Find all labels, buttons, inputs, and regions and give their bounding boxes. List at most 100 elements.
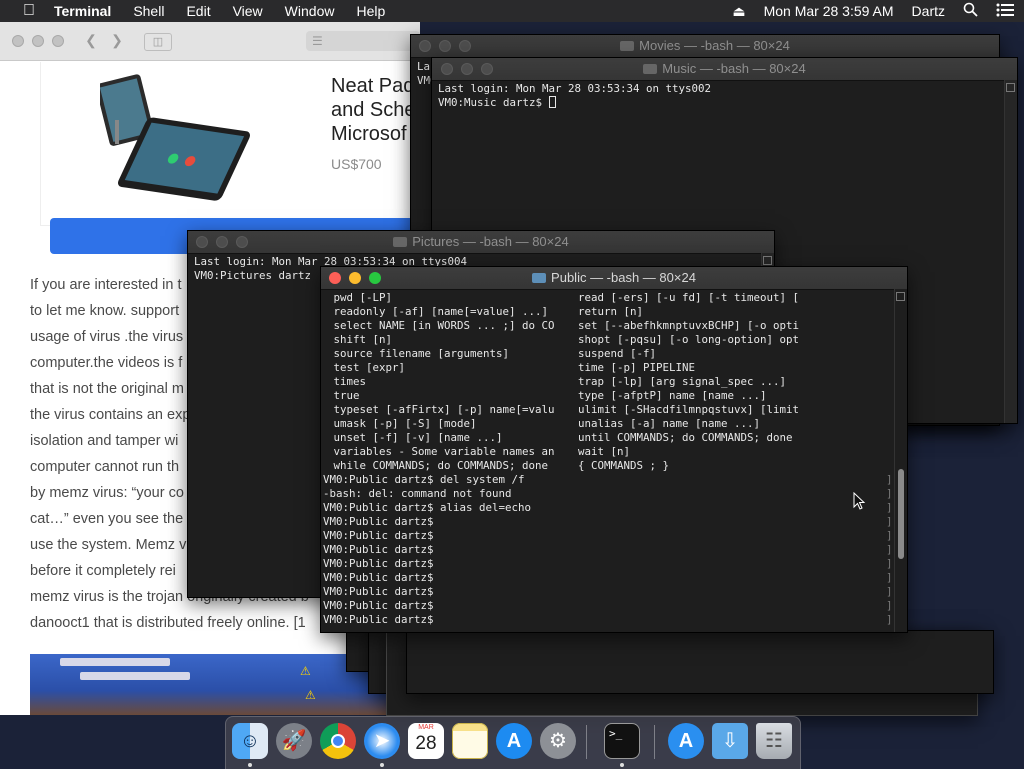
applications-folder-icon[interactable]: A xyxy=(668,723,704,759)
menu-bar:  Terminal Shell Edit View Window Help ⏏… xyxy=(0,0,1024,22)
window-title: Pictures — -bash — 80×24 xyxy=(412,234,569,249)
dock: ☺ 🚀 ➤ MAR 28 A ⚙ >_ A ⇩ ☷ xyxy=(225,716,801,769)
terminal-line: unset [-f] [-v] [name ...] xyxy=(327,431,503,444)
scroll-button[interactable] xyxy=(763,256,772,265)
terminal-line: return [n] xyxy=(578,305,644,318)
safari-compass-icon[interactable]: ➤ xyxy=(364,723,400,759)
notification-center-icon[interactable] xyxy=(996,3,1014,20)
terminal-line: ulimit [-SHacdfilmnpqstuvx] [limit xyxy=(578,403,800,416)
close-button[interactable] xyxy=(196,236,208,248)
terminal-line: pwd [-LP] xyxy=(327,291,393,304)
menu-view[interactable]: View xyxy=(233,3,263,19)
running-indicator xyxy=(380,763,384,767)
scroll-button[interactable] xyxy=(896,292,905,301)
trash-icon[interactable]: ☷ xyxy=(756,723,792,759)
scrollbar[interactable] xyxy=(894,289,907,632)
window-titlebar[interactable]: Public — -bash — 80×24 xyxy=(321,267,907,290)
menu-app-terminal[interactable]: Terminal xyxy=(54,3,111,19)
downloads-folder-icon[interactable]: ⇩ xyxy=(712,723,748,759)
terminal-line: -bash: del: command not found xyxy=(323,487,512,500)
product-title-line: Microsof xyxy=(331,123,407,145)
terminal-line: VM0:Music dartz$ xyxy=(438,96,549,109)
reader-list-icon[interactable]: ☰ xyxy=(306,31,420,51)
terminal-line: set [--abefhkmnptuvxBCHP] [-o opti xyxy=(578,319,800,332)
window-titlebar[interactable]: Music — -bash — 80×24 xyxy=(432,58,1017,81)
terminal-line: while COMMANDS; do COMMANDS; done xyxy=(327,459,549,472)
window-title: Music — -bash — 80×24 xyxy=(662,61,806,76)
bash-session-output: VM0:Public dartz$ del system /f -bash: d… xyxy=(323,473,531,627)
running-indicator xyxy=(248,763,252,767)
back-arrow-icon[interactable]: ❮ xyxy=(80,32,102,50)
dock-separator xyxy=(586,725,587,759)
bash-help-left-column: pwd [-LP] readonly [-af] [name[=value] .… xyxy=(327,291,555,473)
minimize-button[interactable] xyxy=(216,236,228,248)
terminal-line: test [expr] xyxy=(327,361,406,374)
terminal-line: select NAME [in WORDS ... ;] do CO xyxy=(327,319,555,332)
terminal-line: suspend [-f] xyxy=(578,347,657,360)
notes-icon[interactable] xyxy=(452,723,488,759)
terminal-line: VM0:Public dartz$ xyxy=(323,613,434,626)
terminal-line: VM0:Public dartz$ xyxy=(323,585,434,598)
terminal-line: Last login: Mon Mar 28 03:53:34 on ttys0… xyxy=(438,82,712,95)
menu-shell[interactable]: Shell xyxy=(133,3,164,19)
terminal-line: times xyxy=(327,375,367,388)
product-title[interactable]: Neat Pad and Sche Microsof xyxy=(331,74,416,146)
zoom-button[interactable] xyxy=(481,63,493,75)
scrollbar-thumb[interactable] xyxy=(898,469,904,559)
terminal-output: Last login: Mon Mar 28 03:53:34 on ttys0… xyxy=(438,82,711,110)
dock-separator xyxy=(654,725,655,759)
terminal-line: type [-afptP] name [name ...] xyxy=(578,389,767,402)
terminal-line: VM0:Public dartz$ xyxy=(323,557,434,570)
browser-toolbar: ❮ ❯ ◫ ☰ xyxy=(0,22,420,61)
forward-arrow-icon[interactable]: ❯ xyxy=(106,32,128,50)
scrollbar[interactable] xyxy=(1004,80,1017,423)
zoom-button[interactable] xyxy=(52,35,64,47)
close-button[interactable] xyxy=(329,272,341,284)
folder-icon xyxy=(393,237,408,247)
sidebar-toggle-icon[interactable]: ◫ xyxy=(144,33,172,51)
product-title-line: and Sche xyxy=(331,99,416,121)
terminal-window-background[interactable] xyxy=(406,630,994,694)
terminal-line: VM0:Public dartz$ alias del=echo xyxy=(323,501,532,514)
minimize-button[interactable] xyxy=(349,272,361,284)
zoom-button[interactable] xyxy=(459,40,471,52)
terminal-line: VM0:Public dartz$ xyxy=(323,515,434,528)
menu-edit[interactable]: Edit xyxy=(186,3,210,19)
minimize-button[interactable] xyxy=(461,63,473,75)
terminal-line: VM0:Public dartz$ xyxy=(323,529,434,542)
menu-help[interactable]: Help xyxy=(356,3,385,19)
system-preferences-gear-icon[interactable]: ⚙ xyxy=(540,723,576,759)
apple-menu-icon[interactable]:  xyxy=(18,2,40,20)
terminal-line: read [-ers] [-u fd] [-t timeout] [ xyxy=(578,291,800,304)
minimize-button[interactable] xyxy=(32,35,44,47)
chrome-icon[interactable] xyxy=(320,723,356,759)
menu-window[interactable]: Window xyxy=(285,3,335,19)
zoom-button[interactable] xyxy=(369,272,381,284)
app-store-icon[interactable]: A xyxy=(496,723,532,759)
close-button[interactable] xyxy=(419,40,431,52)
folder-icon xyxy=(643,64,658,74)
article-line: danooct1 that is distributed freely onli… xyxy=(30,615,306,631)
window-titlebar[interactable]: Movies — -bash — 80×24 xyxy=(411,35,999,58)
terminal-line: readonly [-af] [name[=value] ...] xyxy=(327,305,549,318)
terminal-icon[interactable]: >_ xyxy=(604,723,640,759)
eject-icon[interactable]: ⏏ xyxy=(732,3,745,20)
window-title: Public — -bash — 80×24 xyxy=(551,270,696,285)
mouse-pointer-icon xyxy=(853,492,866,510)
menubar-clock[interactable]: Mon Mar 28 3:59 AM xyxy=(764,3,894,19)
menubar-user[interactable]: Dartz xyxy=(912,3,945,19)
scroll-button[interactable] xyxy=(1006,83,1015,92)
terminal-line: wait [n] xyxy=(578,445,631,458)
finder-icon[interactable]: ☺ xyxy=(232,723,268,759)
minimize-button[interactable] xyxy=(439,40,451,52)
terminal-line: umask [-p] [-S] [mode] xyxy=(327,417,477,430)
calendar-icon[interactable]: MAR 28 xyxy=(408,723,444,759)
window-titlebar[interactable]: Pictures — -bash — 80×24 xyxy=(188,231,774,254)
terminal-line: time [-p] PIPELINE xyxy=(578,361,696,374)
close-button[interactable] xyxy=(12,35,24,47)
close-button[interactable] xyxy=(441,63,453,75)
spotlight-search-icon[interactable] xyxy=(963,2,978,20)
launchpad-icon[interactable]: 🚀 xyxy=(276,723,312,759)
zoom-button[interactable] xyxy=(236,236,248,248)
terminal-window-public[interactable]: Public — -bash — 80×24 pwd [-LP] readonl… xyxy=(320,266,908,633)
